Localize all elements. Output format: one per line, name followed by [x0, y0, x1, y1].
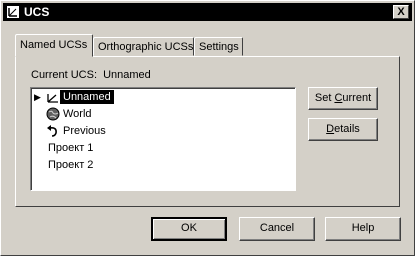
button-label: Help [351, 222, 375, 234]
current-ucs-value: Unnamed [103, 69, 151, 81]
cancel-button[interactable]: Cancel [239, 217, 315, 241]
button-accelerator: D [326, 123, 335, 135]
tab-label: Named UCSs [20, 39, 88, 51]
tab-orthographic-ucss[interactable]: Orthographic UCSs [93, 37, 194, 56]
help-button[interactable]: Help [325, 217, 401, 241]
ucs-listbox[interactable]: ▶ Unnamed World Previous Проект 1 Проект… [30, 87, 296, 191]
list-item-label: Проект 1 [48, 142, 94, 154]
button-label: OK [181, 222, 197, 234]
ok-button[interactable]: OK [151, 217, 227, 241]
tab-label: Orthographic UCSs [98, 41, 194, 53]
ucs-axis-icon [47, 94, 58, 103]
details-button[interactable]: Details [308, 118, 378, 141]
list-item-label: Previous [63, 125, 106, 137]
close-button[interactable]: X [393, 5, 409, 19]
list-item-label: Проект 2 [48, 159, 94, 171]
close-icon: X [397, 6, 405, 18]
globe-icon [46, 107, 60, 121]
list-item-world[interactable]: World [31, 106, 295, 123]
list-item-previous[interactable]: Previous [31, 123, 295, 140]
button-label: Cancel [259, 222, 295, 234]
window-title: UCS [24, 5, 50, 19]
tab-label: Settings [199, 41, 239, 53]
button-text: urrent [342, 92, 372, 104]
button-text: etails [334, 123, 360, 135]
tab-settings[interactable]: Settings [194, 37, 243, 56]
ucs-app-icon [6, 5, 20, 19]
current-marker-icon: ▶ [34, 92, 41, 102]
current-ucs-line: Current UCS: Unnamed [31, 69, 151, 81]
undo-arrow-icon [47, 125, 57, 137]
set-current-button[interactable]: Set Current [308, 87, 378, 110]
button-text: Set [314, 92, 335, 104]
title-bar[interactable]: UCS X [3, 3, 412, 21]
tab-named-ucss[interactable]: Named UCSs [15, 34, 93, 57]
list-item-unnamed[interactable]: ▶ Unnamed [31, 89, 295, 106]
current-ucs-label: Current UCS: [31, 69, 98, 81]
list-item-proekt-1[interactable]: Проект 1 [31, 140, 295, 157]
list-item-label: Unnamed [60, 90, 114, 104]
list-item-proekt-2[interactable]: Проект 2 [31, 157, 295, 174]
list-item-label: World [63, 108, 92, 120]
ucs-dialog: UCS X Orthographic UCSs Settings Named U… [0, 0, 415, 256]
